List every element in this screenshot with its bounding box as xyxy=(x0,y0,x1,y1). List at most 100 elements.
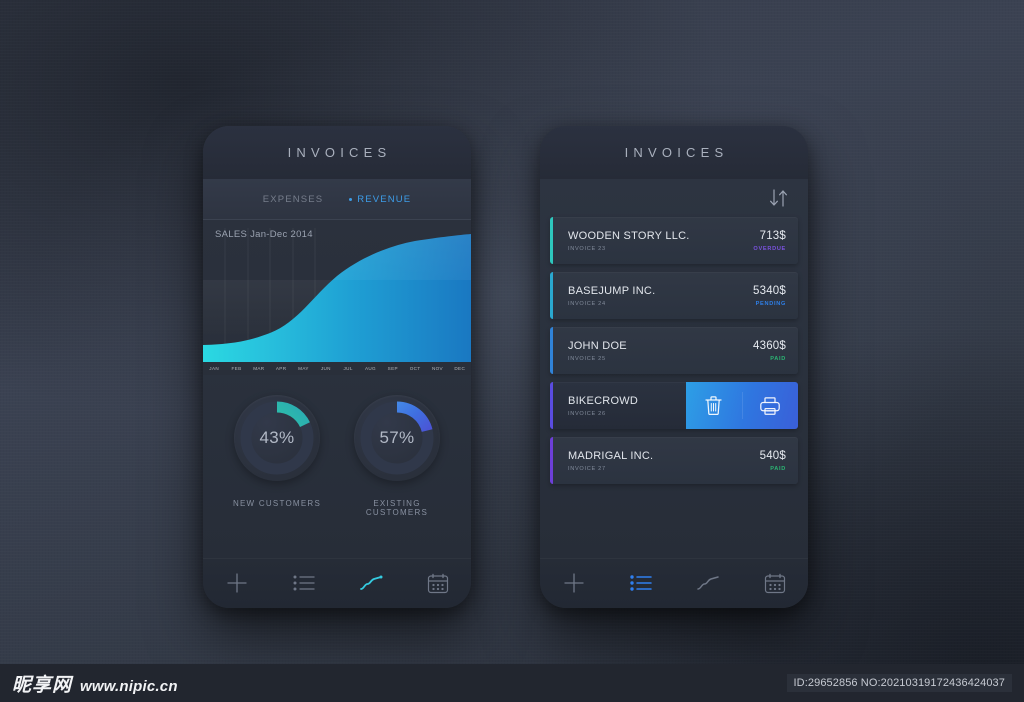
nav-add-button[interactable] xyxy=(218,566,256,600)
active-tab-dot-icon xyxy=(349,197,353,201)
invoice-number: INVOICE 23 xyxy=(568,246,606,252)
left-phone-body: EXPENSES REVENUE SALES Jan-Dec 2014 JAN … xyxy=(203,179,471,558)
tab-revenue-label: REVENUE xyxy=(357,193,412,205)
right-page-title: INVOICES xyxy=(624,145,729,160)
invoice-row[interactable]: WOODEN STORY LLC. INVOICE 23 713$ OVERDU… xyxy=(550,217,798,264)
phone-mockup-dashboard: INVOICES EXPENSES REVENUE SALES Jan-Dec … xyxy=(203,126,471,608)
invoice-row[interactable]: JOHN DOE INVOICE 25 4360$ PAID xyxy=(550,327,798,374)
invoice-meta: 540$ PAID xyxy=(760,449,798,472)
invoice-info: BASEJUMP INC. INVOICE 24 xyxy=(550,284,753,307)
invoice-list: WOODEN STORY LLC. INVOICE 23 713$ OVERDU… xyxy=(540,217,808,484)
tab-revenue[interactable]: REVENUE xyxy=(349,194,411,205)
donut-new-customers-ring: 43% xyxy=(234,395,320,481)
row-accent-bar xyxy=(550,382,553,429)
print-invoice-button[interactable] xyxy=(743,382,799,429)
invoice-number: INVOICE 25 xyxy=(568,356,606,362)
watermark-id-text: ID:29652856 NO:20210319172436424037 xyxy=(786,674,1012,692)
status-badge: PAID xyxy=(770,466,786,472)
watermark-logo: 昵享网 xyxy=(12,673,73,696)
line-chart-icon xyxy=(359,575,382,590)
invoice-client-name: BASEJUMP INC. xyxy=(568,285,656,297)
month-label: DEC xyxy=(454,366,466,371)
donut-existing-customers-label: EXISTING CUSTOMERS xyxy=(365,499,429,517)
phone-mockup-invoice-list: INVOICES WOODEN STORY LLC. INVOICE 23 71… xyxy=(540,126,808,608)
invoice-meta: 713$ OVERDUE xyxy=(753,229,798,252)
donut-new-customers[interactable]: 43% NEW CUSTOMERS xyxy=(222,395,332,508)
watermark-footer: 昵享网 www.nipic.cn ID:29652856 NO:20210319… xyxy=(0,664,1024,702)
invoice-client-name: JOHN DOE xyxy=(568,340,627,352)
invoice-row-swiped[interactable]: BIKECROWD INVOICE 26 xyxy=(550,382,798,429)
month-label: JAN xyxy=(209,366,220,371)
left-page-title: INVOICES xyxy=(287,145,392,160)
month-label: JUL xyxy=(343,366,353,371)
month-label: JUN xyxy=(320,366,331,371)
area-chart-svg xyxy=(203,228,471,362)
status-badge: PAID xyxy=(770,356,786,362)
sales-area-chart[interactable]: SALES Jan-Dec 2014 JAN FEB MAR APR MAY J… xyxy=(203,220,471,375)
watermark-url: www.nipic.cn xyxy=(80,677,178,695)
nav-list-button[interactable] xyxy=(285,566,323,600)
row-accent-bar xyxy=(550,272,553,319)
month-label: AUG xyxy=(364,366,376,371)
tab-expenses-label: EXPENSES xyxy=(262,193,324,205)
calendar-icon xyxy=(427,573,448,593)
nav-list-button[interactable] xyxy=(622,566,660,600)
invoice-number: INVOICE 24 xyxy=(568,301,606,307)
list-toolbar xyxy=(540,179,808,217)
sort-button[interactable] xyxy=(768,188,790,208)
background-texture xyxy=(0,0,1024,702)
row-accent-bar xyxy=(550,217,553,264)
invoice-client-name: WOODEN STORY LLC. xyxy=(568,230,690,242)
trash-icon xyxy=(705,396,722,416)
month-label: FEB xyxy=(231,366,242,371)
list-icon xyxy=(293,575,315,591)
invoice-row[interactable]: MADRIGAL INC. INVOICE 27 540$ PAID xyxy=(550,437,798,484)
row-accent-bar xyxy=(550,327,553,374)
printer-icon xyxy=(760,396,781,415)
invoice-row[interactable]: BASEJUMP INC. INVOICE 24 5340$ PENDING xyxy=(550,272,798,319)
plus-icon xyxy=(563,573,584,593)
nav-calendar-button[interactable] xyxy=(756,566,794,600)
customer-donut-section: 43% NEW CUSTOMERS 57% EXISTING CUSTOMERS xyxy=(203,375,471,517)
month-label: OCT xyxy=(409,366,421,371)
nav-add-button[interactable] xyxy=(555,566,593,600)
invoice-amount: 540$ xyxy=(759,450,786,462)
chart-caption: SALES Jan-Dec 2014 xyxy=(215,229,313,240)
tab-bar: EXPENSES REVENUE xyxy=(203,179,471,220)
invoice-info: WOODEN STORY LLC. INVOICE 23 xyxy=(550,229,753,252)
invoice-info: MADRIGAL INC. INVOICE 27 xyxy=(550,449,760,472)
donut-new-customers-value: 43% xyxy=(259,428,295,447)
donut-new-customers-label: NEW CUSTOMERS xyxy=(232,499,322,508)
right-bottom-nav xyxy=(540,558,808,608)
nav-calendar-button[interactable] xyxy=(419,566,457,600)
plus-icon xyxy=(226,573,247,593)
nav-chart-button[interactable] xyxy=(352,566,390,600)
month-label: MAR xyxy=(253,366,265,371)
month-label: APR xyxy=(275,366,287,371)
month-label: MAY xyxy=(298,366,309,371)
line-chart-icon xyxy=(696,576,719,590)
left-phone-header: INVOICES xyxy=(203,126,471,179)
month-label: NOV xyxy=(431,366,443,371)
invoice-client-name: MADRIGAL INC. xyxy=(568,450,654,462)
status-badge: PENDING xyxy=(755,301,786,307)
page-background xyxy=(0,0,1024,702)
delete-invoice-button[interactable] xyxy=(686,382,742,429)
sort-arrows-icon xyxy=(770,189,787,207)
watermark-brand: 昵享网 www.nipic.cn xyxy=(12,670,178,697)
chart-month-axis: JAN FEB MAR APR MAY JUN JUL AUG SEP OCT … xyxy=(203,362,471,375)
donut-existing-customers[interactable]: 57% EXISTING CUSTOMERS xyxy=(342,395,452,517)
donut-existing-customers-value: 57% xyxy=(379,428,415,447)
month-label: SEP xyxy=(387,366,398,371)
invoice-info: JOHN DOE INVOICE 25 xyxy=(550,339,753,362)
right-phone-body: WOODEN STORY LLC. INVOICE 23 713$ OVERDU… xyxy=(540,179,808,558)
list-icon xyxy=(629,575,652,591)
invoice-amount: 5340$ xyxy=(753,285,786,297)
row-accent-bar xyxy=(550,437,553,484)
left-bottom-nav xyxy=(203,558,471,608)
tab-expenses[interactable]: EXPENSES xyxy=(263,194,323,205)
invoice-amount: 4360$ xyxy=(753,340,786,352)
nav-chart-button[interactable] xyxy=(689,566,727,600)
invoice-meta: 4360$ PAID xyxy=(753,339,798,362)
invoice-amount: 713$ xyxy=(759,230,786,242)
